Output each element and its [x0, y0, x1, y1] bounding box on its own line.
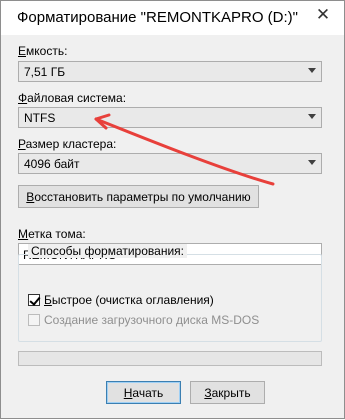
quick-format-option[interactable]: Быстрое (очистка оглавления): [28, 292, 214, 308]
format-dialog: Форматирование "REMONTKAPRO (D:)" ✕ Емко…: [0, 0, 345, 419]
capacity-select[interactable]: 7,51 ГБ: [18, 61, 322, 82]
start-button[interactable]: Начать: [106, 381, 181, 404]
progress-bar: [18, 351, 322, 366]
capacity-label: Емкость:: [18, 44, 68, 58]
title-bar: Форматирование "REMONTKAPRO (D:)" ✕: [1, 1, 344, 35]
msdos-boot-checkbox: [28, 314, 40, 326]
cluster-size-select[interactable]: 4096 байт: [18, 153, 322, 174]
filesystem-select[interactable]: NTFS: [18, 107, 322, 128]
chevron-down-icon: [308, 114, 316, 119]
close-button[interactable]: Закрыть: [190, 381, 265, 404]
window-title: Форматирование "REMONTKAPRO (D:)": [17, 9, 298, 26]
format-options-legend: Способы форматирования:: [28, 244, 187, 258]
restore-defaults-button[interactable]: Восстановить параметры по умолчанию: [18, 185, 259, 208]
filesystem-value: NTFS: [24, 111, 56, 125]
msdos-boot-label: Создание загрузочного диска MS-DOS: [44, 313, 260, 327]
capacity-value: 7,51 ГБ: [24, 65, 66, 79]
msdos-boot-option: Создание загрузочного диска MS-DOS: [28, 312, 259, 328]
filesystem-label: Файловая система:: [18, 91, 127, 105]
close-icon[interactable]: ✕: [312, 5, 334, 25]
cluster-size-value: 4096 байт: [24, 157, 80, 171]
cluster-label: Размер кластера:: [18, 137, 117, 151]
volume-label-caption: Метка тома:: [18, 227, 86, 241]
chevron-down-icon: [308, 160, 316, 165]
quick-format-checkbox[interactable]: [28, 294, 40, 306]
quick-format-label: Быстрое (очистка оглавления): [44, 293, 214, 307]
chevron-down-icon: [308, 68, 316, 73]
